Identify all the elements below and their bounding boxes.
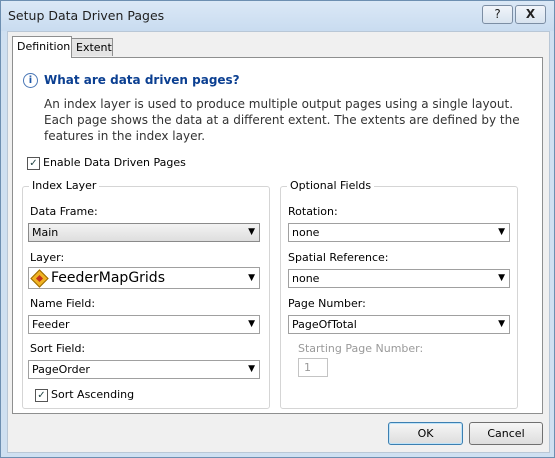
- chevron-down-icon: ▼: [248, 319, 255, 329]
- chevron-down-icon: ▼: [248, 364, 255, 374]
- chevron-down-icon: ▼: [498, 319, 505, 329]
- name-field-value: Feeder: [32, 318, 70, 331]
- info-description: An index layer is used to produce multip…: [44, 97, 520, 143]
- sort-ascending-label[interactable]: Sort Ascending: [51, 388, 134, 401]
- polygon-layer-icon: [30, 269, 49, 288]
- chevron-down-icon: ▼: [498, 273, 505, 283]
- tab-extent[interactable]: Extent: [71, 38, 113, 56]
- close-button[interactable]: X: [515, 5, 546, 24]
- optional-fields-group: Optional Fields Rotation: none ▼ Spatial…: [280, 179, 518, 409]
- chevron-down-icon: ▼: [248, 227, 255, 237]
- optional-fields-title: Optional Fields: [287, 179, 375, 192]
- index-layer-group: Index Layer Data Frame: Main ▼ Layer: Fe…: [22, 179, 270, 409]
- enable-ddp-label[interactable]: Enable Data Driven Pages: [43, 156, 186, 169]
- data-frame-label: Data Frame:: [30, 205, 98, 218]
- enable-ddp-checkbox[interactable]: ✓: [27, 157, 40, 170]
- tab-definition[interactable]: Definition: [12, 36, 72, 58]
- spatial-reference-dropdown[interactable]: none ▼: [288, 269, 510, 288]
- chevron-down-icon: ▼: [498, 227, 505, 237]
- dialog-window: Setup Data Driven Pages ? X Definition E…: [0, 0, 555, 458]
- data-frame-value: Main: [32, 226, 59, 239]
- rotation-value: none: [292, 226, 320, 239]
- layer-label: Layer:: [30, 251, 65, 264]
- title-bar: Setup Data Driven Pages ? X: [1, 1, 554, 31]
- spatial-reference-label: Spatial Reference:: [288, 251, 389, 264]
- info-heading: What are data driven pages?: [44, 73, 240, 87]
- page-number-dropdown[interactable]: PageOfTotal ▼: [288, 315, 510, 334]
- spatial-reference-value: none: [292, 272, 320, 285]
- window-title: Setup Data Driven Pages: [8, 8, 165, 23]
- layer-dropdown[interactable]: FeederMapGrids ▼: [28, 267, 260, 289]
- rotation-label: Rotation:: [288, 205, 338, 218]
- info-icon: i: [23, 73, 38, 88]
- sort-field-label: Sort Field:: [30, 342, 86, 355]
- help-button[interactable]: ?: [482, 5, 513, 24]
- data-frame-dropdown[interactable]: Main ▼: [28, 223, 260, 242]
- ok-button[interactable]: OK: [388, 422, 463, 445]
- sort-ascending-checkbox[interactable]: ✓: [35, 389, 48, 402]
- sort-field-dropdown[interactable]: PageOrder ▼: [28, 360, 260, 379]
- dialog-client-area: Definition Extent i What are data driven…: [7, 31, 550, 453]
- index-layer-title: Index Layer: [29, 179, 100, 192]
- definition-panel: i What are data driven pages? An index l…: [12, 57, 543, 414]
- layer-value: FeederMapGrids: [51, 270, 165, 286]
- starting-page-number-input: 1: [298, 358, 328, 377]
- chevron-down-icon: ▼: [248, 273, 255, 283]
- rotation-dropdown[interactable]: none ▼: [288, 223, 510, 242]
- starting-page-number-label: Starting Page Number:: [298, 342, 424, 355]
- cancel-button[interactable]: Cancel: [469, 422, 543, 445]
- page-number-value: PageOfTotal: [292, 318, 357, 331]
- page-number-label: Page Number:: [288, 297, 366, 310]
- sort-field-value: PageOrder: [32, 363, 90, 376]
- name-field-label: Name Field:: [30, 297, 96, 310]
- name-field-dropdown[interactable]: Feeder ▼: [28, 315, 260, 334]
